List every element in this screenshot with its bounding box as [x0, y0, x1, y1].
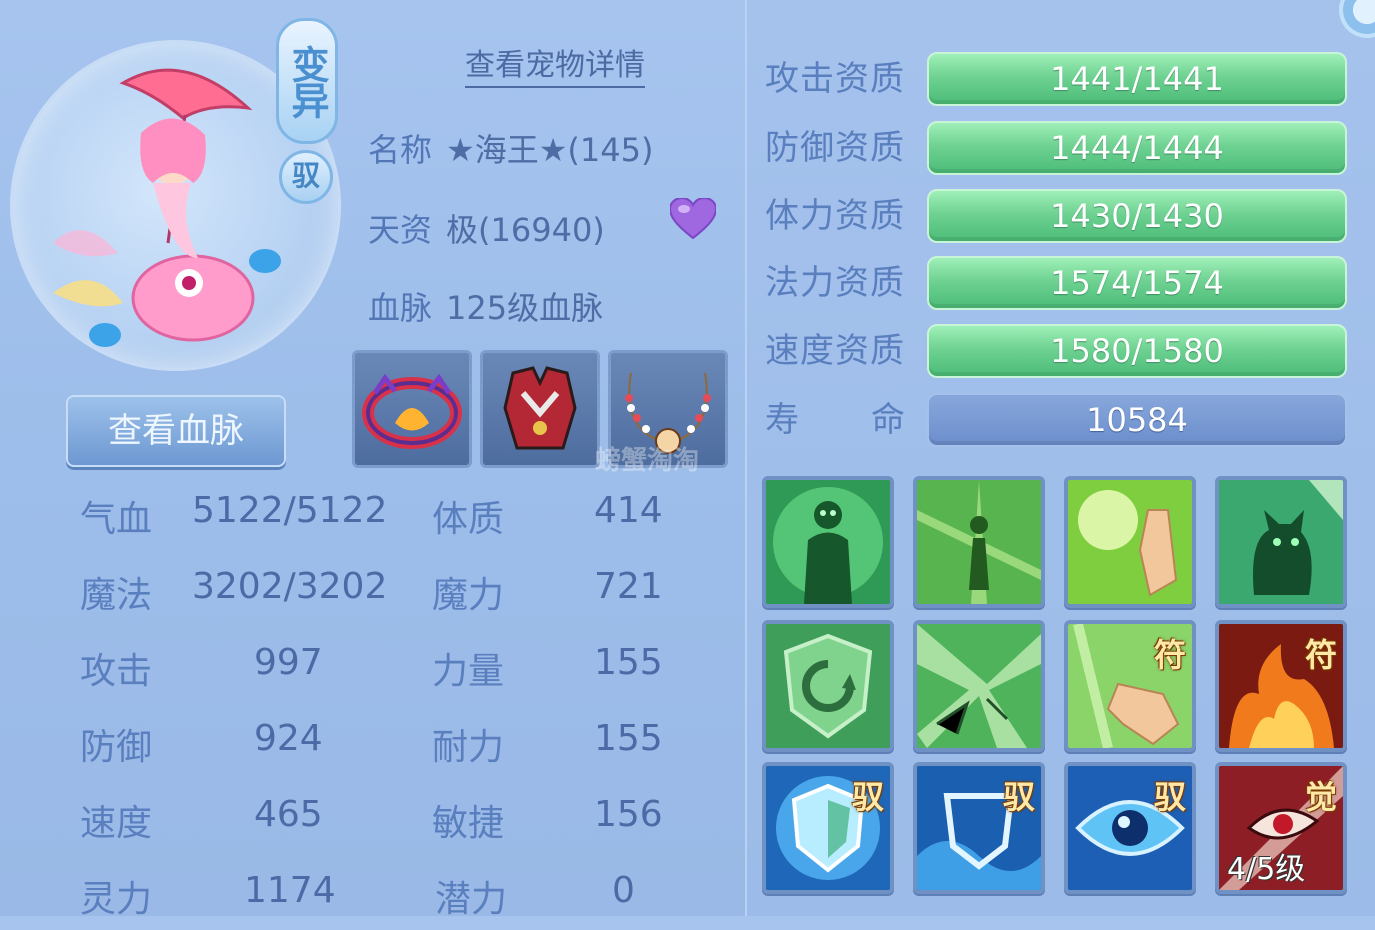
stat-label: 耐力: [432, 727, 505, 768]
stat-label: 攻击: [80, 651, 153, 692]
talent-label: 天资: [368, 211, 433, 249]
skill-tag: 符: [1153, 636, 1186, 674]
aptitude-bar: 1441/1441: [927, 52, 1347, 106]
pet-bloodline-row: 血脉 125级血脉: [368, 283, 603, 329]
name-value: ★海王★(145): [446, 131, 654, 169]
transform-badge: 变异: [276, 18, 338, 144]
skill-slot-7[interactable]: 符: [1064, 620, 1196, 752]
aptitude-bar: 1580/1580: [927, 324, 1347, 378]
aptitude-label: 法力资质: [765, 263, 905, 303]
crack-burst-icon: [917, 624, 1041, 748]
aptitude-label: 攻击资质: [765, 59, 905, 99]
skill-tag: 驭: [1002, 778, 1035, 816]
stat-row: 攻击 997 力量 155: [80, 642, 680, 702]
stat-value: 997: [254, 642, 323, 683]
stat-label: 速度: [80, 803, 153, 844]
skill-slot-2[interactable]: [913, 476, 1045, 608]
skill-slot-8[interactable]: 符: [1215, 620, 1347, 752]
stat-label: 魔力: [432, 575, 505, 616]
stat-label: 力量: [432, 651, 505, 692]
lifespan-bar: 10584: [927, 393, 1347, 447]
aptitude-row: 体力资质 1430/1430: [765, 189, 1350, 243]
skill-slot-4[interactable]: [1215, 476, 1347, 608]
stat-label: 敏捷: [432, 803, 505, 844]
stat-value: 1174: [244, 870, 336, 911]
aptitude-bar: 1444/1444: [927, 121, 1347, 175]
watermark-text: 螃蟹淘淘: [595, 446, 700, 476]
corner-ornament-icon: [1339, 0, 1375, 38]
aptitude-bar: 1430/1430: [927, 189, 1347, 243]
collar-ring-icon: [362, 373, 462, 449]
stat-label: 灵力: [80, 879, 153, 920]
skill-tag: 觉: [1304, 778, 1337, 816]
stat-value: 155: [594, 718, 663, 759]
stat-row: 灵力 1174 潜力 0: [80, 870, 680, 930]
view-bloodline-button[interactable]: 查看血脉: [66, 395, 286, 467]
skill-slot-6[interactable]: [913, 620, 1045, 752]
equipment-slot-2[interactable]: [480, 350, 600, 468]
skill-slot-1[interactable]: [762, 476, 894, 608]
lifespan-row: 寿 命 10584: [765, 393, 1350, 447]
aptitude-row: 防御资质 1444/1444: [765, 121, 1350, 175]
bloodline-label: 血脉: [368, 289, 433, 327]
skill-slot-3[interactable]: [1064, 476, 1196, 608]
skill-tag: 符: [1304, 636, 1337, 674]
ride-badge: 驭: [279, 150, 333, 204]
skill-slot-9[interactable]: 驭: [762, 762, 894, 894]
stat-row: 防御 924 耐力 155: [80, 718, 680, 778]
stat-row: 速度 465 敏捷 156: [80, 794, 680, 854]
name-label: 名称: [368, 131, 433, 169]
view-pet-details-link[interactable]: 查看宠物详情: [465, 40, 645, 88]
shield-cycle-icon: [766, 624, 890, 748]
aptitude-label: 防御资质: [765, 128, 905, 168]
stat-label: 防御: [80, 727, 153, 768]
glowing-figure-icon: [917, 480, 1041, 604]
aptitude-bar: 1574/1574: [927, 256, 1347, 310]
talent-value: 极(16940): [446, 211, 605, 249]
lifespan-label-b: 命: [871, 400, 906, 440]
aptitude-label: 速度资质: [765, 331, 905, 371]
stat-label: 魔法: [80, 575, 153, 616]
stat-value: 465: [254, 794, 323, 835]
aptitude-row: 攻击资质 1441/1441: [765, 52, 1350, 106]
stat-label: 潜力: [435, 879, 508, 920]
skill-tag: 驭: [851, 778, 884, 816]
stat-label: 气血: [80, 499, 153, 540]
lifespan-label-a: 寿: [765, 400, 800, 440]
aptitude-row: 法力资质 1574/1574: [765, 256, 1350, 310]
stat-row: 魔法 3202/3202 魔力 721: [80, 566, 680, 626]
purple-heart-icon: [670, 198, 716, 240]
armor-vest-icon: [503, 366, 577, 450]
skill-slot-12[interactable]: 觉 4/5级: [1215, 762, 1347, 894]
skill-tag: 驭: [1153, 778, 1186, 816]
stat-value: 414: [594, 490, 663, 531]
pet-talent-row: 天资 极(16940): [368, 205, 605, 251]
pet-name-row: 名称 ★海王★(145): [368, 125, 653, 171]
skill-level: 4/5级: [1227, 852, 1306, 887]
skill-slot-10[interactable]: 驭: [913, 762, 1045, 894]
aptitude-row: 速度资质 1580/1580: [765, 324, 1350, 378]
stat-label: 体质: [432, 499, 505, 540]
bloodline-value: 125级血脉: [446, 289, 604, 327]
stat-value: 924: [254, 718, 323, 759]
stat-value: 0: [612, 870, 635, 911]
stat-value: 721: [594, 566, 663, 607]
green-humanoid-icon: [766, 480, 890, 604]
stat-row: 气血 5122/5122 体质 414: [80, 490, 680, 550]
palm-light-icon: [1068, 480, 1192, 604]
aptitude-label: 体力资质: [765, 196, 905, 236]
stat-value: 156: [594, 794, 663, 835]
stat-value: 155: [594, 642, 663, 683]
green-cat-icon: [1219, 480, 1343, 604]
equipment-slot-1[interactable]: [352, 350, 472, 468]
stat-value: 3202/3202: [192, 566, 388, 607]
skill-slot-5[interactable]: [762, 620, 894, 752]
skill-slot-11[interactable]: 驭: [1064, 762, 1196, 894]
stat-value: 5122/5122: [192, 490, 388, 531]
pet-info-panel: 变异 驭 查看宠物详情 名称 ★海王★(145) 天资 极(16940) 血脉 125…: [0, 0, 745, 920]
